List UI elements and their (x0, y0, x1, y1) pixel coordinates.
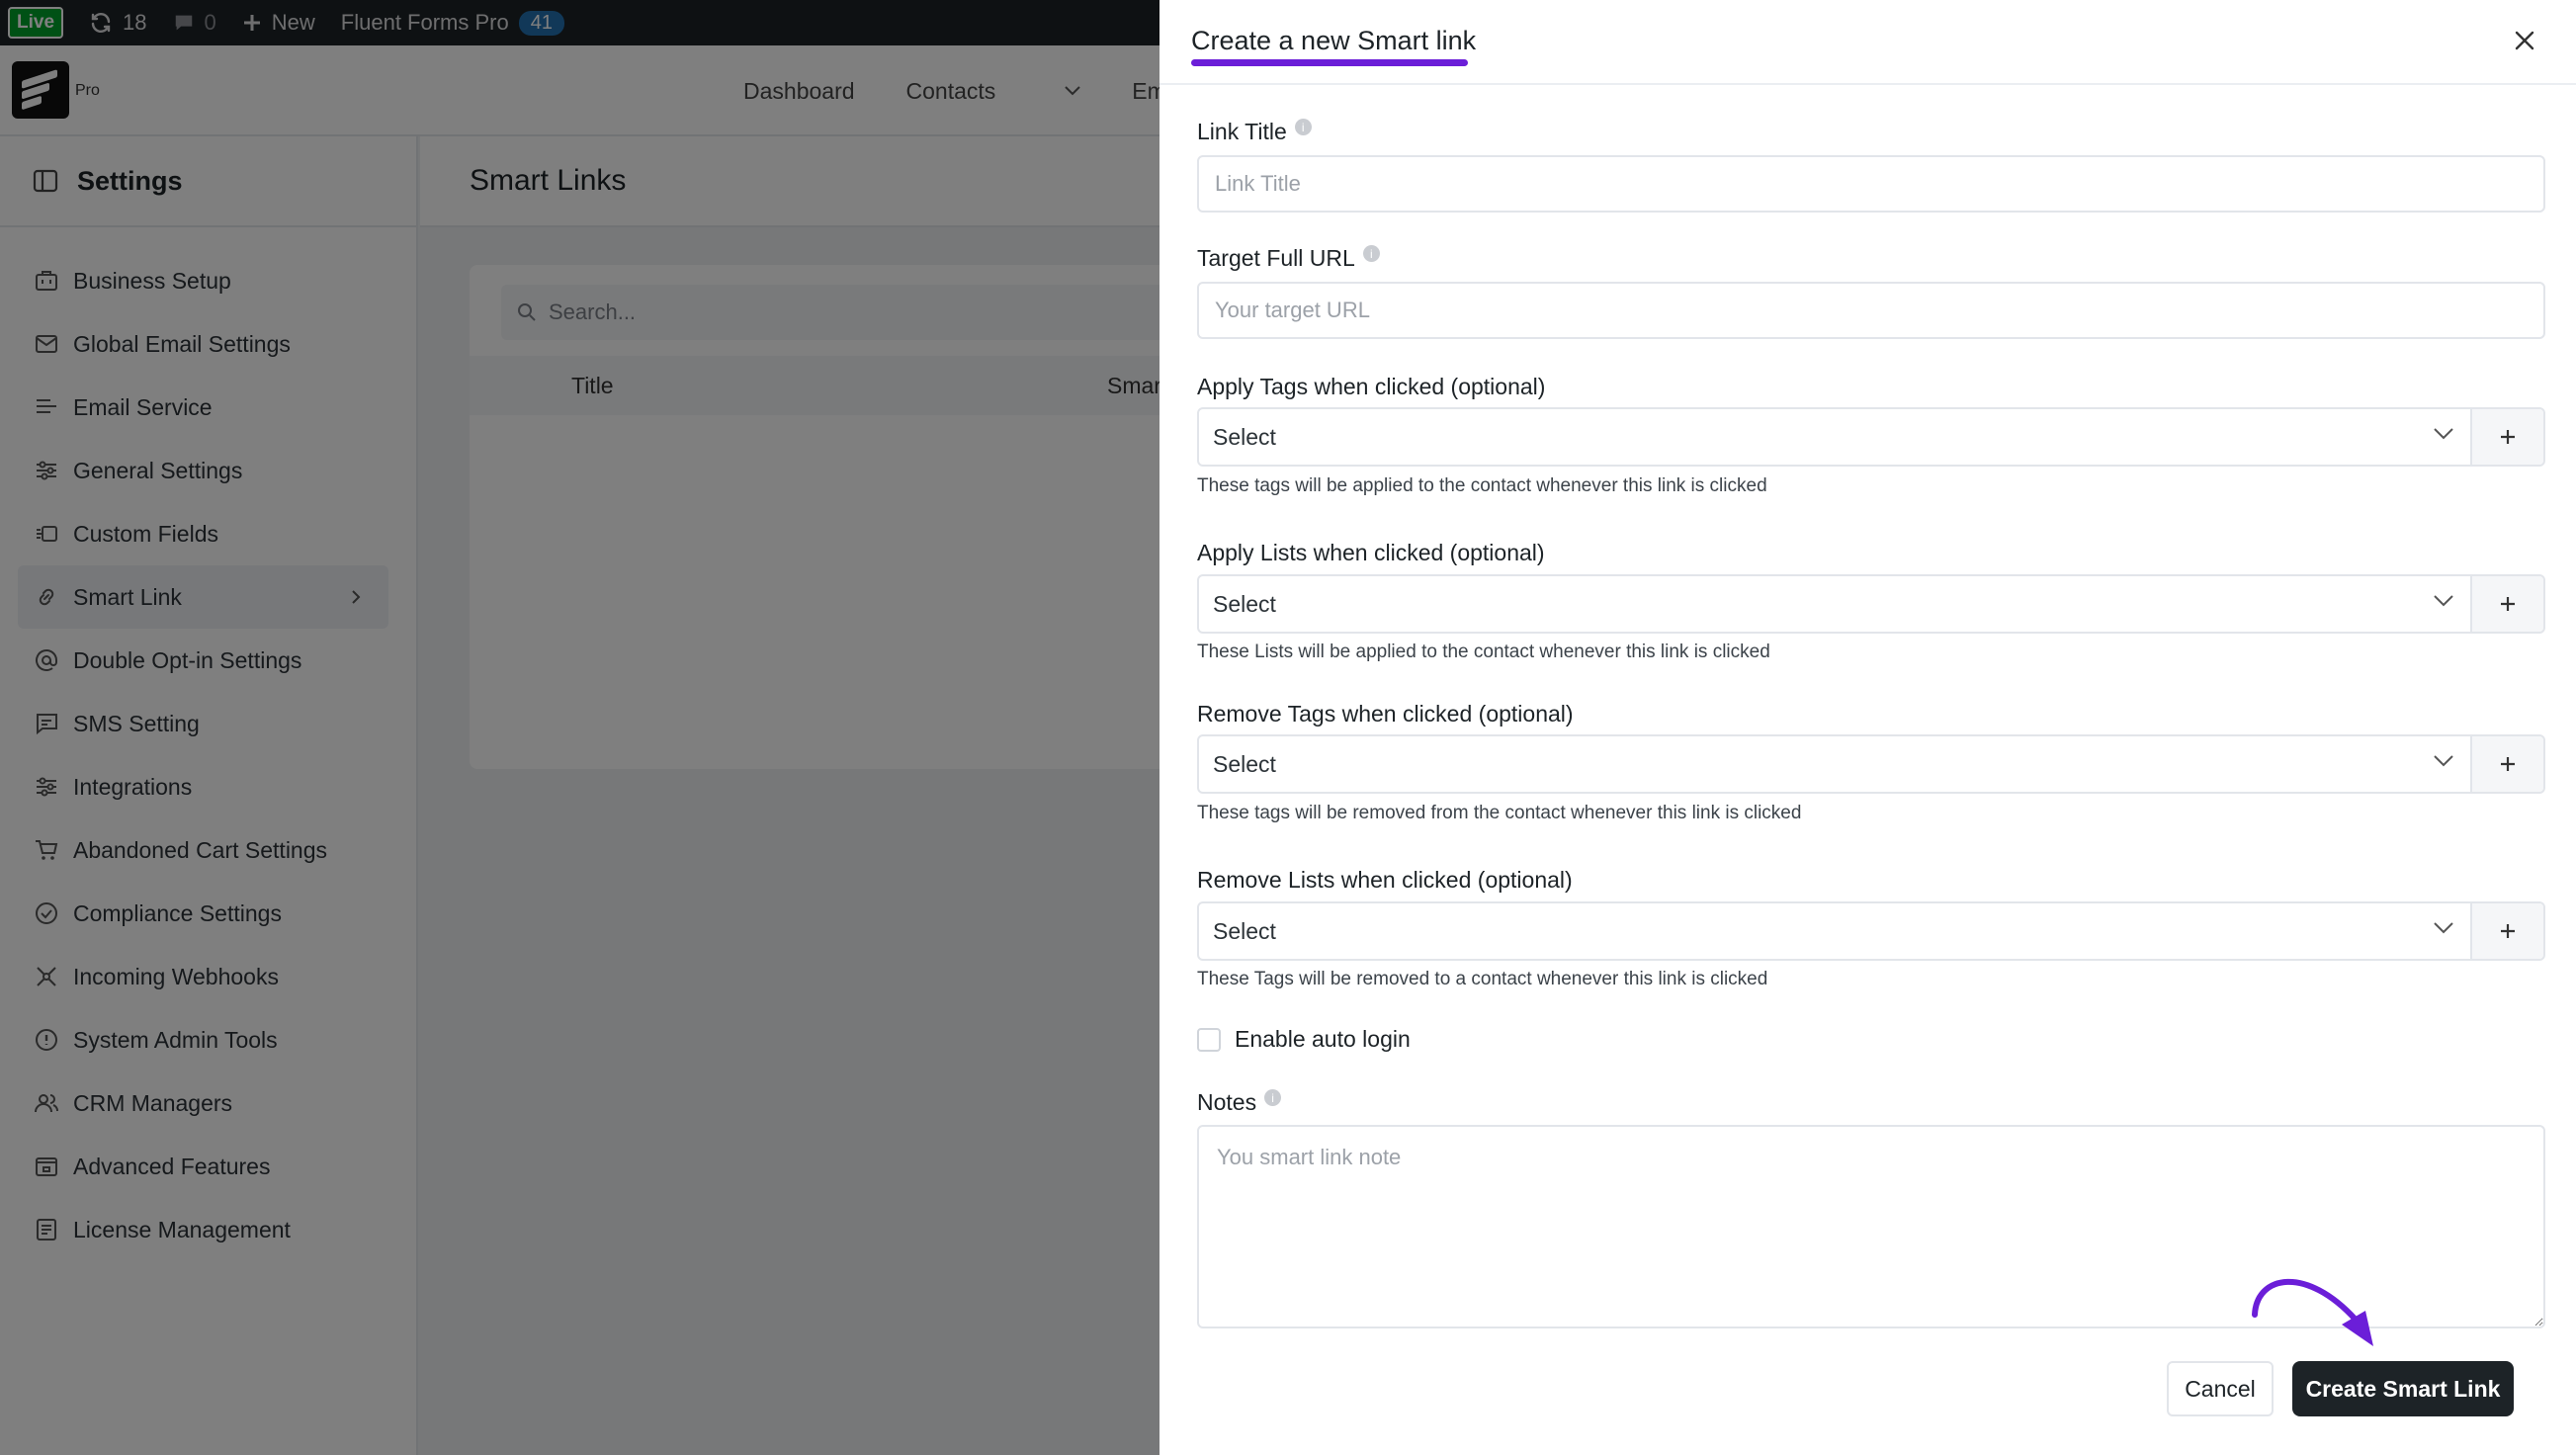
remove-lists-help: These Tags will be removed to a contact … (1197, 969, 1768, 989)
remove-lists-select[interactable]: Select (1199, 903, 2472, 959)
chevron-down-icon (2434, 595, 2453, 607)
chevron-down-icon (2434, 428, 2453, 440)
target-url-label: Target Full URL i (1197, 245, 1380, 272)
create-smart-link-drawer: Create a new Smart link Link Title i Tar… (1159, 0, 2576, 1455)
plus-icon (2501, 597, 2515, 611)
target-url-input[interactable] (1197, 282, 2545, 339)
close-icon[interactable] (2508, 24, 2541, 57)
plus-icon (2501, 430, 2515, 444)
remove-lists-value: Select (1213, 917, 1276, 944)
apply-tags-select-row: Select (1197, 407, 2545, 467)
remove-tags-select-row: Select (1197, 734, 2545, 794)
add-list-button[interactable] (2470, 576, 2543, 632)
plus-icon (2501, 757, 2515, 771)
auto-login-row[interactable]: Enable auto login (1197, 1026, 1411, 1053)
remove-tags-help: These tags will be removed from the cont… (1197, 803, 1802, 823)
target-url-label-text: Target Full URL (1197, 245, 1355, 271)
remove-tags-label: Remove Tags when clicked (optional) (1197, 701, 1574, 727)
link-title-label: Link Title i (1197, 119, 1312, 145)
drawer-header: Create a new Smart link (1159, 0, 2576, 85)
plus-icon (2501, 924, 2515, 938)
apply-tags-label: Apply Tags when clicked (optional) (1197, 374, 1546, 399)
drawer-title: Create a new Smart link (1191, 26, 1477, 55)
auto-login-label: Enable auto login (1235, 1026, 1411, 1052)
info-icon[interactable]: i (1264, 1089, 1282, 1106)
info-icon[interactable]: i (1294, 119, 1312, 135)
apply-lists-help: These Lists will be applied to the conta… (1197, 642, 1770, 662)
link-title-input[interactable] (1197, 155, 2545, 213)
notes-label: Notes i (1197, 1089, 1282, 1116)
chevron-down-icon (2434, 922, 2453, 934)
annotation-arrow-icon (2252, 1278, 2373, 1346)
notes-label-text: Notes (1197, 1089, 1257, 1115)
remove-tags-select[interactable]: Select (1199, 736, 2472, 792)
remove-lists-select-row: Select (1197, 901, 2545, 961)
remove-lists-label: Remove Lists when clicked (optional) (1197, 867, 1573, 893)
create-smart-link-button[interactable]: Create Smart Link (2292, 1361, 2514, 1416)
remove-tags-value: Select (1213, 750, 1276, 777)
cancel-button[interactable]: Cancel (2167, 1361, 2274, 1416)
add-remove-tag-button[interactable] (2470, 736, 2543, 792)
apply-lists-select-row: Select (1197, 574, 2545, 634)
add-tag-button[interactable] (2470, 409, 2543, 465)
add-remove-list-button[interactable] (2470, 903, 2543, 959)
chevron-down-icon (2434, 755, 2453, 767)
apply-tags-value: Select (1213, 423, 1276, 450)
apply-lists-label: Apply Lists when clicked (optional) (1197, 540, 1545, 565)
apply-lists-value: Select (1213, 590, 1276, 617)
link-title-label-text: Link Title (1197, 119, 1287, 144)
title-underline-annotation (1191, 59, 1468, 66)
info-icon[interactable]: i (1362, 245, 1380, 262)
apply-lists-select[interactable]: Select (1199, 576, 2472, 632)
auto-login-checkbox[interactable] (1197, 1027, 1221, 1052)
apply-tags-select[interactable]: Select (1199, 409, 2472, 465)
apply-tags-help: These tags will be applied to the contac… (1197, 475, 1767, 496)
